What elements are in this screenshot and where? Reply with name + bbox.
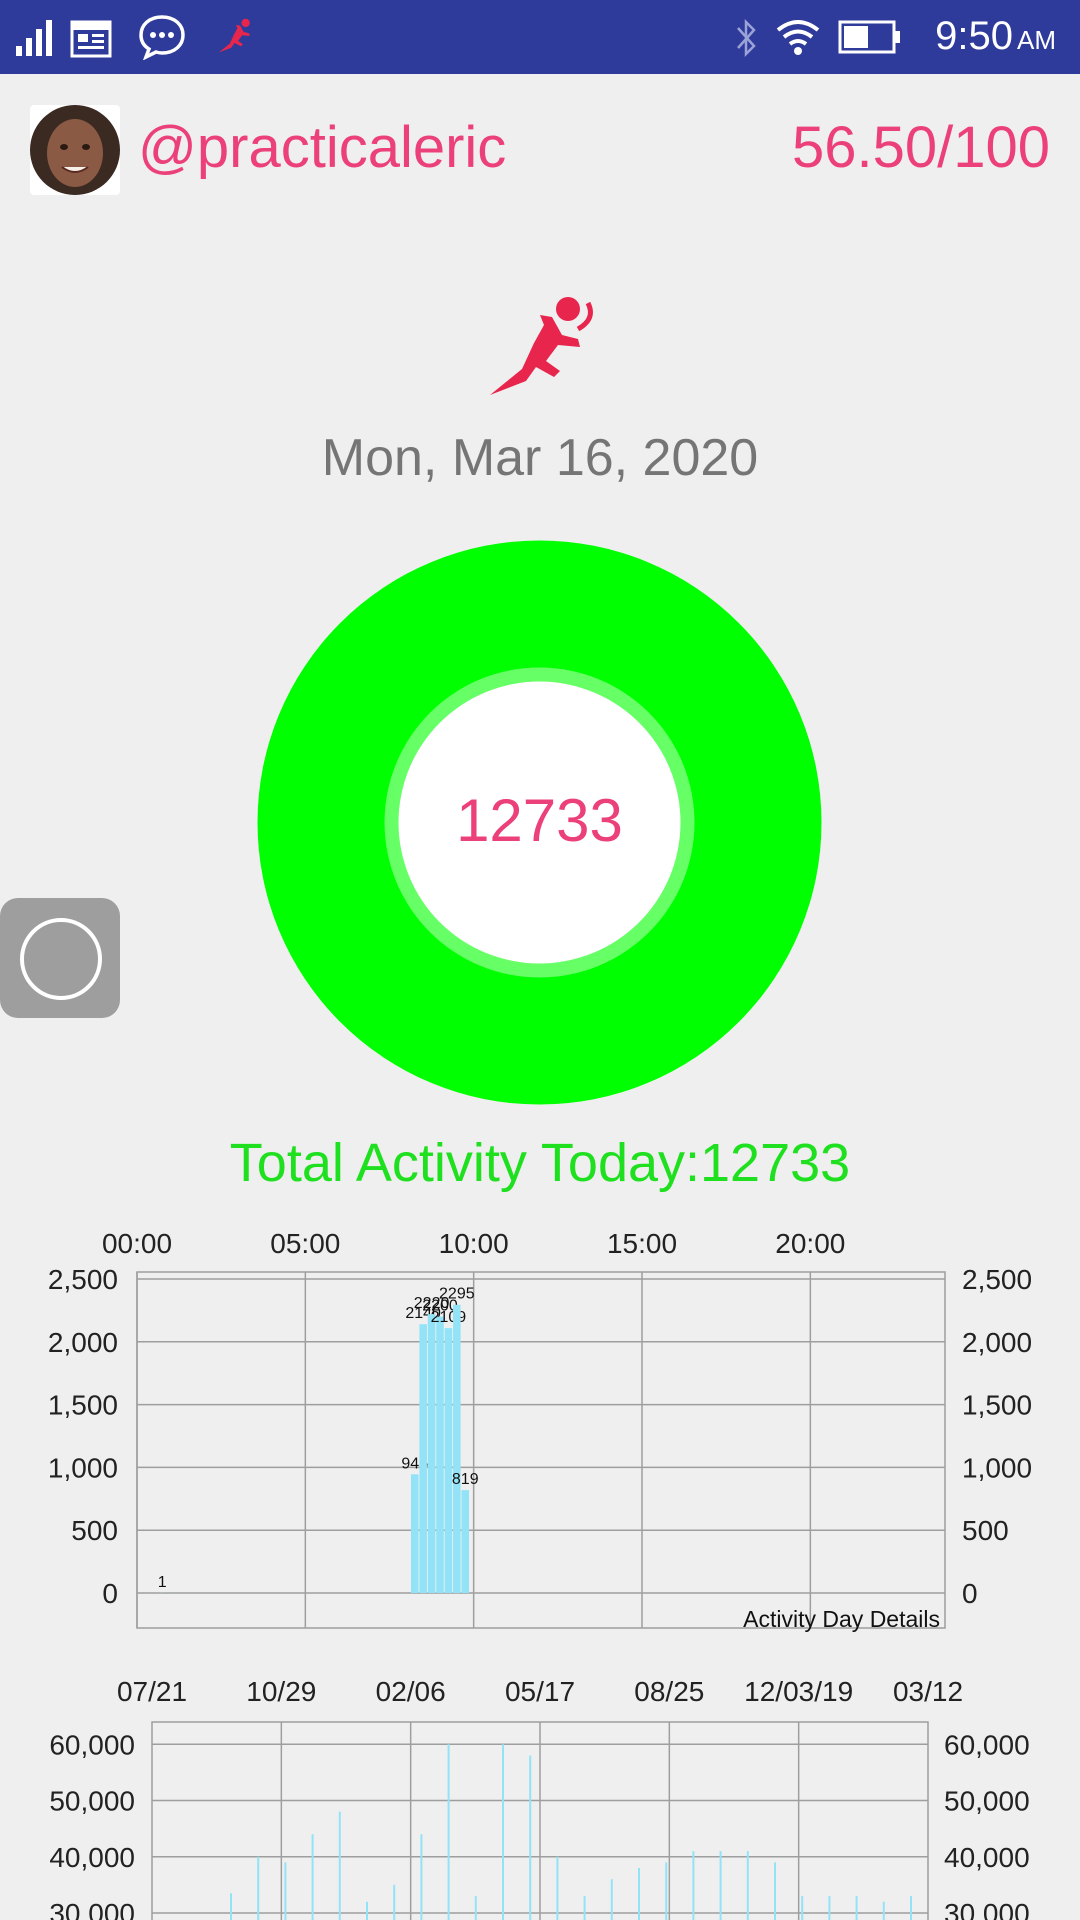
- bar: [828, 1896, 831, 1920]
- x-tick-label: 08/25: [634, 1676, 704, 1707]
- x-tick-label: 05/17: [505, 1676, 575, 1707]
- profile-header: @practicaleric 56.50/100: [0, 100, 1080, 200]
- bar: [665, 1862, 668, 1920]
- activity-day-chart: 0 0 500 500 1,000 1,000 1,500 1,500 2,000 2,000 2,…: [48, 1228, 1032, 1632]
- bar: [719, 1851, 722, 1920]
- y-tick-label-left: 2,500: [48, 1264, 118, 1295]
- y-tick-label-right: 60,000: [944, 1729, 1030, 1760]
- data-label: 1: [158, 1574, 167, 1591]
- x-tick-label: 10:00: [439, 1228, 509, 1259]
- bar: [338, 1811, 341, 1920]
- y-tick-label-left: 2,000: [48, 1327, 118, 1358]
- activity-history-chart: 30,000 30,000 40,000 40,000 50,000 50,000 60,0…: [49, 1676, 1030, 1920]
- bar: [444, 1328, 453, 1593]
- bar: [436, 1316, 444, 1593]
- y-tick-label-left: 1,000: [48, 1452, 118, 1483]
- y-tick-label-right: 40,000: [944, 1842, 1030, 1873]
- data-label: 2109: [431, 1309, 467, 1326]
- y-tick-label-left: 50,000: [49, 1786, 135, 1817]
- date-label: Mon, Mar 16, 2020: [321, 429, 759, 487]
- y-tick-label-left: 40,000: [49, 1842, 135, 1873]
- bluetooth-icon: [737, 18, 756, 58]
- bar: [638, 1868, 640, 1920]
- bar: [529, 1755, 532, 1920]
- wifi-icon: [776, 20, 820, 55]
- runner-icon: [490, 297, 593, 395]
- x-tick-label: 05:00: [270, 1228, 340, 1259]
- x-tick-label: 20:00: [775, 1228, 845, 1259]
- y-tick-label-left: 30,000: [49, 1898, 135, 1920]
- runner-icon: [218, 18, 250, 53]
- bar: [556, 1856, 559, 1920]
- bar: [583, 1896, 586, 1920]
- bar: [420, 1834, 423, 1920]
- bar: [447, 1744, 450, 1920]
- x-tick-label: 12/03/19: [744, 1676, 853, 1707]
- battery-icon: [838, 20, 900, 54]
- activity-ring: 12733: [257, 540, 822, 1105]
- floating-assistive-button[interactable]: [0, 898, 120, 1018]
- bar: [461, 1490, 470, 1593]
- bar: [453, 1304, 461, 1593]
- bar: [692, 1851, 695, 1920]
- data-label: 2295: [439, 1286, 475, 1303]
- status-time: 9:50 AM: [935, 14, 1056, 58]
- bar: [284, 1862, 287, 1920]
- circle-icon: [20, 918, 102, 1000]
- chat-icon: [139, 15, 185, 60]
- y-tick-label-right: 1,000: [962, 1452, 1032, 1483]
- x-tick-label: 07/21: [117, 1676, 187, 1707]
- bar: [801, 1896, 804, 1920]
- bar: [855, 1896, 858, 1920]
- x-tick-label: 10/29: [246, 1676, 316, 1707]
- y-tick-label-right: 2,500: [962, 1264, 1032, 1295]
- calendar-icon: [70, 20, 112, 58]
- ring-value: 12733: [456, 787, 623, 854]
- data-label: 819: [452, 1471, 479, 1488]
- total-activity-label: Total Activity Today:12733: [229, 1133, 851, 1193]
- bar: [410, 1474, 419, 1593]
- y-tick-label-right: 1,500: [962, 1390, 1032, 1421]
- status-bar: 9:50 AM: [0, 0, 1080, 74]
- bar: [230, 1893, 232, 1920]
- y-tick-label-right: 2,000: [962, 1327, 1032, 1358]
- y-tick-label-right: 50,000: [944, 1786, 1030, 1817]
- bar: [474, 1896, 477, 1920]
- signal-icon: [16, 20, 52, 56]
- chart-corner-label: Activity Day Details: [743, 1606, 940, 1632]
- bar: [774, 1862, 776, 1920]
- bar: [393, 1884, 396, 1920]
- score: 56.50/100: [791, 115, 1050, 180]
- y-tick-label-right: 30,000: [944, 1898, 1030, 1920]
- bar: [257, 1856, 260, 1920]
- x-tick-label: 02/06: [376, 1676, 446, 1707]
- y-tick-label-left: 500: [71, 1515, 118, 1546]
- y-tick-label-right: 500: [962, 1515, 1009, 1546]
- x-tick-label: 00:00: [102, 1228, 172, 1259]
- bar: [746, 1851, 749, 1920]
- bar: [419, 1324, 427, 1593]
- y-tick-label-left: 0: [102, 1578, 118, 1609]
- plot-frame: [136, 1271, 946, 1629]
- avatar[interactable]: [30, 105, 120, 195]
- x-tick-label: 03/12: [893, 1676, 963, 1707]
- bar: [910, 1896, 912, 1920]
- bar: [366, 1901, 368, 1920]
- bar: [610, 1879, 613, 1920]
- bar: [311, 1834, 314, 1920]
- bar: [427, 1314, 436, 1593]
- bar: [502, 1744, 504, 1920]
- y-tick-label-right: 0: [962, 1578, 978, 1609]
- username[interactable]: @practicaleric: [138, 114, 506, 181]
- y-tick-label-left: 1,500: [48, 1390, 118, 1421]
- y-tick-label-left: 60,000: [49, 1729, 135, 1760]
- bar: [882, 1901, 885, 1920]
- x-tick-label: 15:00: [607, 1228, 677, 1259]
